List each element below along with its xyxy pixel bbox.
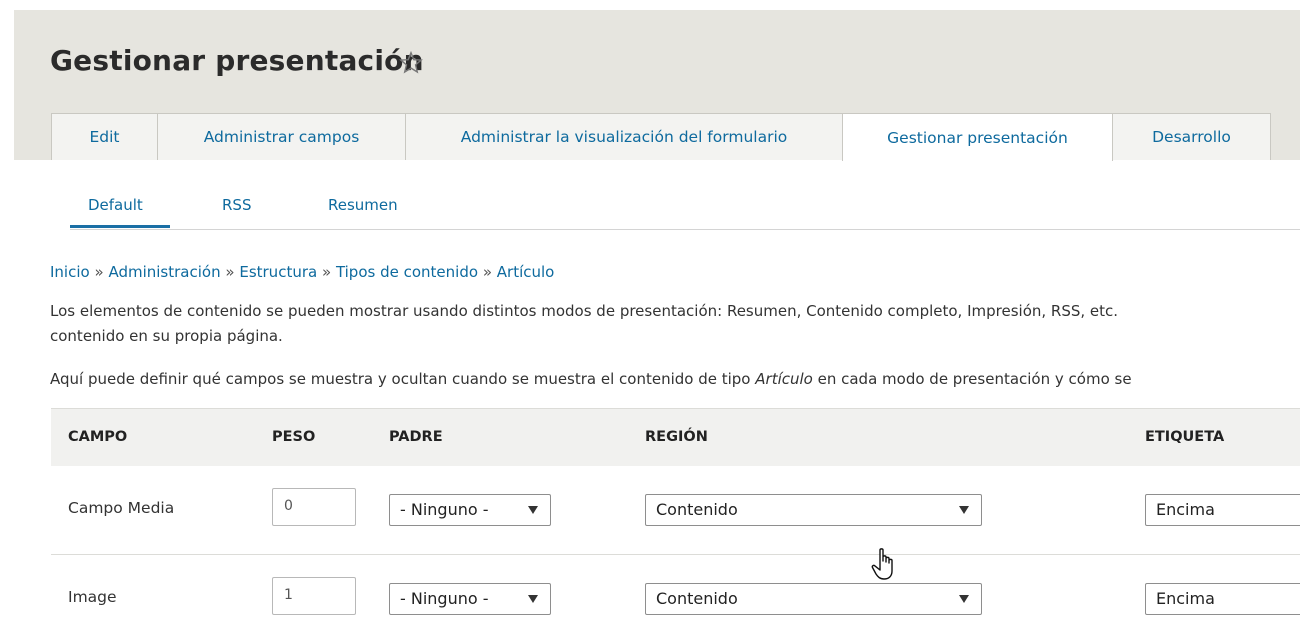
- description-text: Aquí puede definir qué campos se muestra…: [50, 370, 756, 388]
- table-row: Image 1 - Ninguno - Contenido Encima: [51, 555, 1300, 643]
- star-outline-icon[interactable]: [398, 50, 424, 76]
- field-name: Campo Media: [68, 499, 175, 517]
- weight-input[interactable]: 0: [272, 488, 356, 526]
- dropdown-arrow-icon: [528, 506, 538, 514]
- select-value: Contenido: [656, 589, 738, 608]
- fields-table: CAMPO PESO PADRE REGIÓN ETIQUETA Campo M…: [51, 408, 1300, 643]
- content-type-name: Artículo: [755, 370, 813, 388]
- description-text: en cada modo de presentación y cómo se: [812, 370, 1132, 388]
- dropdown-arrow-icon: [528, 595, 538, 603]
- breadcrumb-link[interactable]: Tipos de contenido: [336, 263, 478, 281]
- breadcrumb-separator: »: [482, 263, 492, 281]
- tab-gestionar-presentacion[interactable]: Gestionar presentación: [842, 113, 1113, 161]
- page-title: Gestionar presentación: [50, 44, 424, 77]
- subtab-rss[interactable]: RSS: [222, 196, 251, 214]
- select-value: Encima: [1156, 500, 1215, 519]
- region-select[interactable]: Contenido: [645, 494, 982, 526]
- breadcrumb-link[interactable]: Administración: [108, 263, 220, 281]
- select-value: - Ninguno -: [400, 500, 489, 519]
- tab-label: Administrar campos: [203, 128, 360, 146]
- tab-administrar-visualizacion-formulario[interactable]: Administrar la visualización del formula…: [405, 113, 843, 160]
- subtab-resumen[interactable]: Resumen: [328, 196, 398, 214]
- select-value: Encima: [1156, 589, 1215, 608]
- secondary-tabs: Default RSS Resumen: [70, 186, 1300, 230]
- breadcrumb-separator: »: [94, 263, 104, 281]
- table-header: CAMPO PESO PADRE REGIÓN ETIQUETA: [51, 408, 1300, 467]
- column-header-campo: CAMPO: [68, 429, 128, 445]
- select-value: Contenido: [656, 500, 738, 519]
- tab-administrar-campos[interactable]: Administrar campos: [157, 113, 406, 160]
- breadcrumb: Inicio » Administración » Estructura » T…: [50, 263, 554, 281]
- tab-label: Gestionar presentación: [887, 128, 1068, 147]
- dropdown-arrow-icon: [959, 595, 969, 603]
- description-line: Los elementos de contenido se pueden mos…: [50, 302, 1119, 320]
- description-line: contenido en su propia página.: [50, 327, 283, 345]
- hand-pointer-icon: [871, 548, 893, 580]
- breadcrumb-separator: »: [321, 263, 332, 281]
- breadcrumb-link[interactable]: Artículo: [497, 263, 555, 281]
- tab-label: Desarrollo: [1152, 128, 1231, 146]
- label-select[interactable]: Encima: [1145, 494, 1300, 526]
- region-select[interactable]: Contenido: [645, 583, 982, 615]
- weight-input[interactable]: 1: [272, 577, 356, 615]
- label-select[interactable]: Encima: [1145, 583, 1300, 615]
- tab-desarrollo[interactable]: Desarrollo: [1112, 113, 1271, 160]
- breadcrumb-separator: »: [225, 263, 235, 281]
- column-header-etiqueta: ETIQUETA: [1145, 429, 1225, 445]
- subtab-default[interactable]: Default: [88, 196, 143, 214]
- tab-label: Edit: [89, 128, 120, 146]
- tab-label: Administrar la visualización del formula…: [460, 128, 788, 146]
- column-header-region: REGIÓN: [645, 429, 708, 445]
- select-value: - Ninguno -: [400, 589, 489, 608]
- dropdown-arrow-icon: [959, 506, 969, 514]
- breadcrumb-link[interactable]: Inicio: [50, 263, 90, 281]
- active-subtab-indicator: [70, 225, 170, 228]
- parent-select[interactable]: - Ninguno -: [389, 494, 551, 526]
- primary-tabs: Edit Administrar campos Administrar la v…: [51, 113, 1271, 161]
- breadcrumb-link[interactable]: Estructura: [239, 263, 317, 281]
- description-line: Aquí puede definir qué campos se muestra…: [50, 367, 1132, 392]
- column-header-padre: PADRE: [389, 429, 443, 445]
- field-name: Image: [68, 588, 117, 606]
- parent-select[interactable]: - Ninguno -: [389, 583, 551, 615]
- table-row: Campo Media 0 - Ninguno - Contenido Enci…: [51, 466, 1300, 555]
- column-header-peso: PESO: [272, 429, 316, 445]
- tab-edit[interactable]: Edit: [51, 113, 158, 160]
